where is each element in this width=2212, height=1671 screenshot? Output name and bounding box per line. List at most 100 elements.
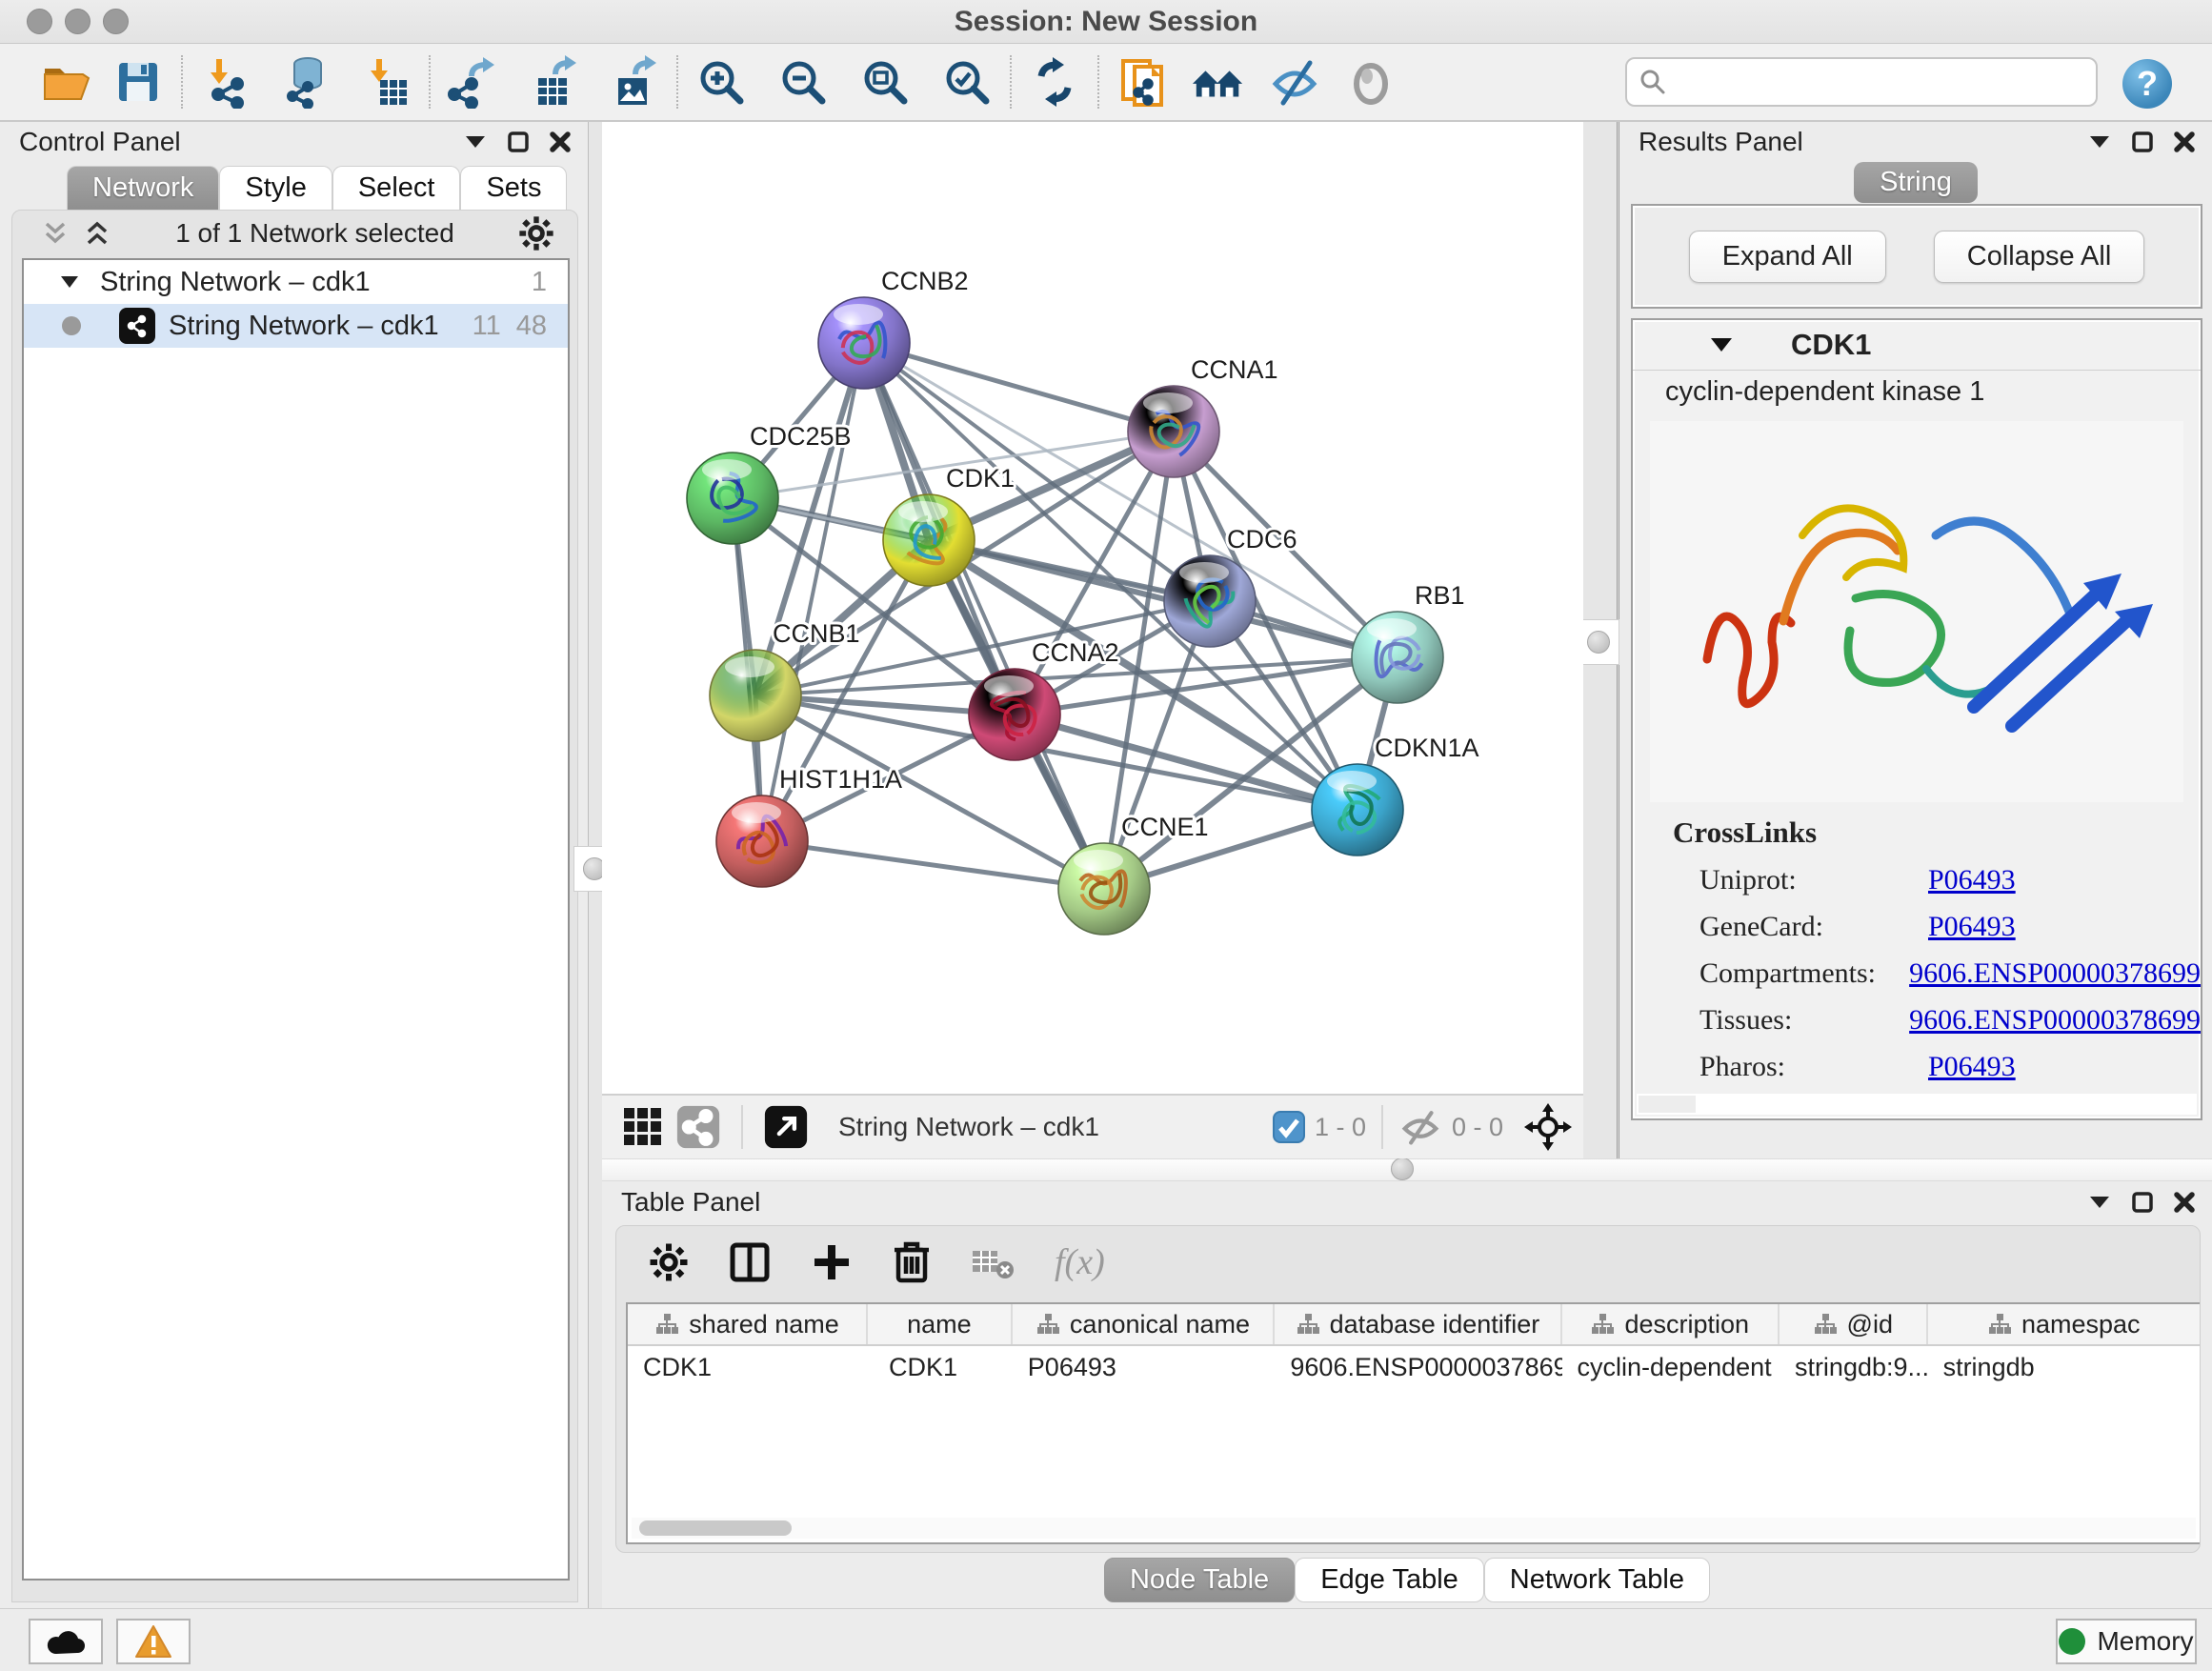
network-node-CCNB2[interactable]: CCNB2	[818, 267, 969, 389]
network-node-RB1[interactable]: RB1	[1352, 581, 1465, 703]
column-header[interactable]: shared name	[628, 1304, 868, 1344]
network-options-gear-icon[interactable]	[518, 215, 554, 252]
tab-node-table[interactable]: Node Table	[1104, 1558, 1295, 1602]
crosslink-genecard-link[interactable]: P06493	[1928, 911, 2016, 943]
network-collection-label: String Network – cdk1	[100, 267, 371, 298]
network-node-CDK1[interactable]: CDK1	[883, 464, 1015, 586]
right-splitter-handle[interactable]	[1578, 619, 1619, 665]
collapse-all-icon[interactable]	[41, 220, 70, 247]
show-graphics-details-icon[interactable]	[1343, 54, 1398, 110]
panel-close-icon[interactable]	[550, 131, 571, 152]
export-network-icon[interactable]	[446, 54, 501, 110]
selected-nodes-edges-count: 1 - 0	[1315, 1113, 1366, 1142]
crosslink-label: GeneCard:	[1699, 911, 1928, 943]
hidden-eye-icon[interactable]	[1398, 1108, 1442, 1146]
network-node-HIST1H1A[interactable]: HIST1H1A	[716, 765, 902, 887]
entry-scrollbar[interactable]	[1637, 1094, 2197, 1115]
tab-edge-table[interactable]: Edge Table	[1295, 1558, 1484, 1602]
column-header[interactable]: namespac	[1928, 1304, 2200, 1344]
tab-sets[interactable]: Sets	[460, 166, 567, 210]
column-header[interactable]: name	[868, 1304, 1013, 1344]
column-header[interactable]: @id	[1780, 1304, 1928, 1344]
right-splitter[interactable]	[1583, 122, 1619, 1158]
horizontal-splitter[interactable]	[602, 1158, 2212, 1181]
import-database-icon[interactable]	[278, 54, 333, 110]
tab-network[interactable]: Network	[67, 166, 219, 210]
network-edge-count: 48	[516, 311, 547, 342]
toolbar-separator	[741, 1105, 743, 1149]
warning-button[interactable]	[116, 1619, 191, 1664]
export-image-icon[interactable]	[606, 54, 661, 110]
search-input[interactable]	[1667, 68, 2067, 97]
tree-expander-icon[interactable]	[60, 275, 79, 289]
left-splitter[interactable]	[588, 122, 602, 1608]
column-header[interactable]: canonical name	[1013, 1304, 1276, 1344]
import-table-icon[interactable]	[358, 54, 413, 110]
crosslink-pharos-link[interactable]: P06493	[1928, 1051, 2016, 1083]
network-edge-HIST1H1A-CCNE1[interactable]	[762, 841, 1104, 889]
network-from-file-icon[interactable]	[1115, 54, 1170, 110]
crosslink-tissues-link[interactable]: 9606.ENSP00000378699	[1909, 1004, 2201, 1037]
import-network-icon[interactable]	[198, 54, 253, 110]
zoom-fit-icon[interactable]	[857, 54, 913, 110]
table-panel-title: Table Panel	[621, 1187, 760, 1218]
tab-select[interactable]: Select	[332, 166, 461, 210]
panel-close-icon[interactable]	[2174, 131, 2195, 152]
zoom-in-icon[interactable]	[694, 54, 749, 110]
network-node-CCNA1[interactable]: CCNA1	[1128, 355, 1278, 477]
table-options-gear-icon[interactable]	[649, 1242, 689, 1282]
panel-menu-icon[interactable]	[2088, 1195, 2111, 1210]
collapse-all-button[interactable]: Collapse All	[1934, 231, 2145, 283]
panel-menu-icon[interactable]	[464, 134, 487, 150]
entry-expander-icon[interactable]	[1709, 336, 1734, 353]
table-horizontal-scrollbar[interactable]	[632, 1518, 2196, 1539]
column-header[interactable]: database identifier	[1275, 1304, 1561, 1344]
open-session-icon[interactable]	[38, 54, 93, 110]
expand-all-button[interactable]: Expand All	[1689, 231, 1886, 283]
birds-eye-crosshair-icon[interactable]	[1520, 1099, 1576, 1155]
network-canvas[interactable]: CCNB2CCNA1CDC25BCDK1CDC6RB1CCNB1CCNA2CDK…	[602, 122, 1583, 1094]
network-row-selected[interactable]: String Network – cdk1 11 48	[24, 304, 568, 348]
network-node-CCNE1[interactable]: CCNE1	[1058, 813, 1209, 935]
save-session-icon[interactable]	[111, 54, 166, 110]
zoom-out-icon[interactable]	[775, 54, 831, 110]
panel-float-icon[interactable]	[508, 131, 529, 152]
memory-button[interactable]: Memory	[2056, 1619, 2197, 1664]
scrollbar-thumb[interactable]	[639, 1520, 792, 1536]
search-field[interactable]	[1625, 57, 2098, 107]
cloud-button[interactable]	[29, 1619, 103, 1664]
show-columns-icon[interactable]	[729, 1241, 771, 1283]
results-actions-box: Expand All Collapse All	[1631, 204, 2202, 309]
expand-all-icon[interactable]	[83, 220, 111, 247]
delete-column-icon[interactable]	[893, 1240, 931, 1284]
network-node-CDKN1A[interactable]: CDKN1A	[1312, 734, 1479, 856]
add-column-icon[interactable]	[811, 1241, 853, 1283]
network-collection-row[interactable]: String Network – cdk1 1	[24, 260, 568, 304]
selected-checkbox-icon[interactable]	[1273, 1111, 1305, 1143]
panel-float-icon[interactable]	[2132, 1192, 2153, 1213]
crosslink-compartments-link[interactable]: 9606.ENSP00000378699	[1909, 957, 2201, 990]
detach-view-icon[interactable]	[758, 1099, 814, 1155]
panel-float-icon[interactable]	[2132, 131, 2153, 152]
houses-icon[interactable]	[1191, 54, 1246, 110]
grid-view-icon[interactable]	[615, 1099, 671, 1155]
zoom-selected-icon[interactable]	[939, 54, 995, 110]
network-node-label: CCNB1	[773, 619, 860, 648]
network-edge-CDK1-RB1[interactable]	[929, 540, 1398, 657]
column-header[interactable]: description	[1562, 1304, 1780, 1344]
export-table-icon[interactable]	[526, 54, 581, 110]
tab-network-table[interactable]: Network Table	[1484, 1558, 1710, 1602]
help-icon[interactable]: ?	[2122, 59, 2172, 109]
crosslink-label: Compartments:	[1699, 957, 1909, 990]
table-row[interactable]: CDK1 CDK1 P06493 9606.ENSP00000378699 cy…	[628, 1346, 2200, 1388]
tab-style[interactable]: Style	[219, 166, 332, 210]
refresh-layout-icon[interactable]	[1027, 54, 1082, 110]
panel-menu-icon[interactable]	[2088, 134, 2111, 150]
hide-graphics-details-icon[interactable]	[1267, 54, 1322, 110]
tab-string[interactable]: String	[1854, 162, 1978, 203]
crosslinks-section: CrossLinks Uniprot:P06493 GeneCard:P0649…	[1633, 815, 2201, 1083]
network-share-view-icon[interactable]	[671, 1099, 726, 1155]
panel-close-icon[interactable]	[2174, 1192, 2195, 1213]
table-cell: stringdb:9...	[1780, 1346, 1928, 1388]
crosslink-uniprot-link[interactable]: P06493	[1928, 864, 2016, 896]
